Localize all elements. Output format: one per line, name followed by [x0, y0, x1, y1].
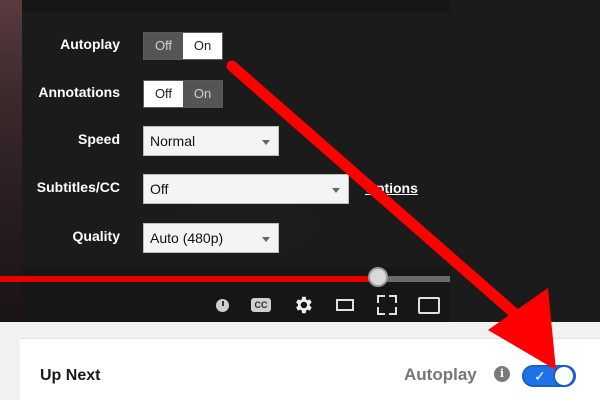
switch-knob — [553, 365, 575, 387]
video-player[interactable]: Autoplay Off On Annotations Off On Speed… — [0, 0, 600, 322]
settings-row-quality: Quality Auto (480p) — [22, 221, 450, 253]
cast-icon[interactable] — [416, 292, 442, 318]
chevron-down-icon — [262, 237, 270, 242]
progress-scrubber-handle[interactable] — [368, 267, 388, 287]
settings-row-speed: Speed Normal — [22, 124, 450, 156]
settings-row-subtitles: Subtitles/CC Off Options — [22, 172, 450, 204]
up-next-header: Up Next Autoplay i ✓ — [20, 338, 600, 401]
fullscreen-icon[interactable] — [374, 292, 400, 318]
autoplay-switch[interactable]: ✓ — [522, 365, 576, 387]
settings-row-autoplay: Autoplay Off On — [22, 29, 450, 61]
subtitles-select-value: Off — [150, 181, 169, 197]
annotations-setting-label: Annotations — [38, 84, 120, 100]
annotations-off-option[interactable]: Off — [144, 81, 183, 107]
speed-setting-label: Speed — [77, 131, 120, 147]
check-icon: ✓ — [534, 368, 546, 384]
speed-select-value: Normal — [150, 133, 196, 149]
cc-icon[interactable]: CC — [248, 292, 274, 318]
clock-icon[interactable] — [209, 292, 235, 318]
autoplay-toggle[interactable]: Off On — [143, 32, 223, 60]
quality-setting-label: Quality — [72, 228, 120, 244]
quality-select[interactable]: Auto (480p) — [143, 223, 279, 253]
settings-row-annotations: Annotations Off On — [22, 77, 450, 109]
subtitles-options-link[interactable]: Options — [365, 180, 418, 196]
quality-select-value: Auto (480p) — [150, 230, 224, 246]
up-next-title: Up Next — [40, 367, 101, 384]
annotations-on-option[interactable]: On — [183, 81, 222, 107]
annotations-toggle[interactable]: Off On — [143, 80, 223, 108]
chevron-down-icon — [262, 140, 270, 145]
autoplay-setting-label: Autoplay — [60, 36, 120, 52]
settings-menu: Autoplay Off On Annotations Off On Speed… — [22, 12, 450, 267]
player-controls: CC — [0, 292, 450, 318]
theater-mode-icon[interactable] — [332, 292, 358, 318]
info-icon[interactable]: i — [494, 366, 510, 382]
up-next-section: Up Next Autoplay i ✓ — [0, 322, 600, 401]
subtitles-select[interactable]: Off — [143, 174, 349, 204]
chevron-down-icon — [332, 188, 340, 193]
subtitles-setting-label: Subtitles/CC — [36, 179, 120, 195]
autoplay-off-option[interactable]: Off — [144, 33, 183, 59]
video-frame-right — [450, 0, 600, 322]
gear-icon[interactable] — [290, 292, 316, 318]
video-frame-left — [0, 0, 22, 322]
autoplay-on-option[interactable]: On — [183, 33, 222, 59]
speed-select[interactable]: Normal — [143, 126, 279, 156]
progress-bar-played — [0, 276, 378, 282]
autoplay-label: Autoplay — [404, 365, 477, 384]
progress-bar[interactable] — [0, 267, 450, 287]
